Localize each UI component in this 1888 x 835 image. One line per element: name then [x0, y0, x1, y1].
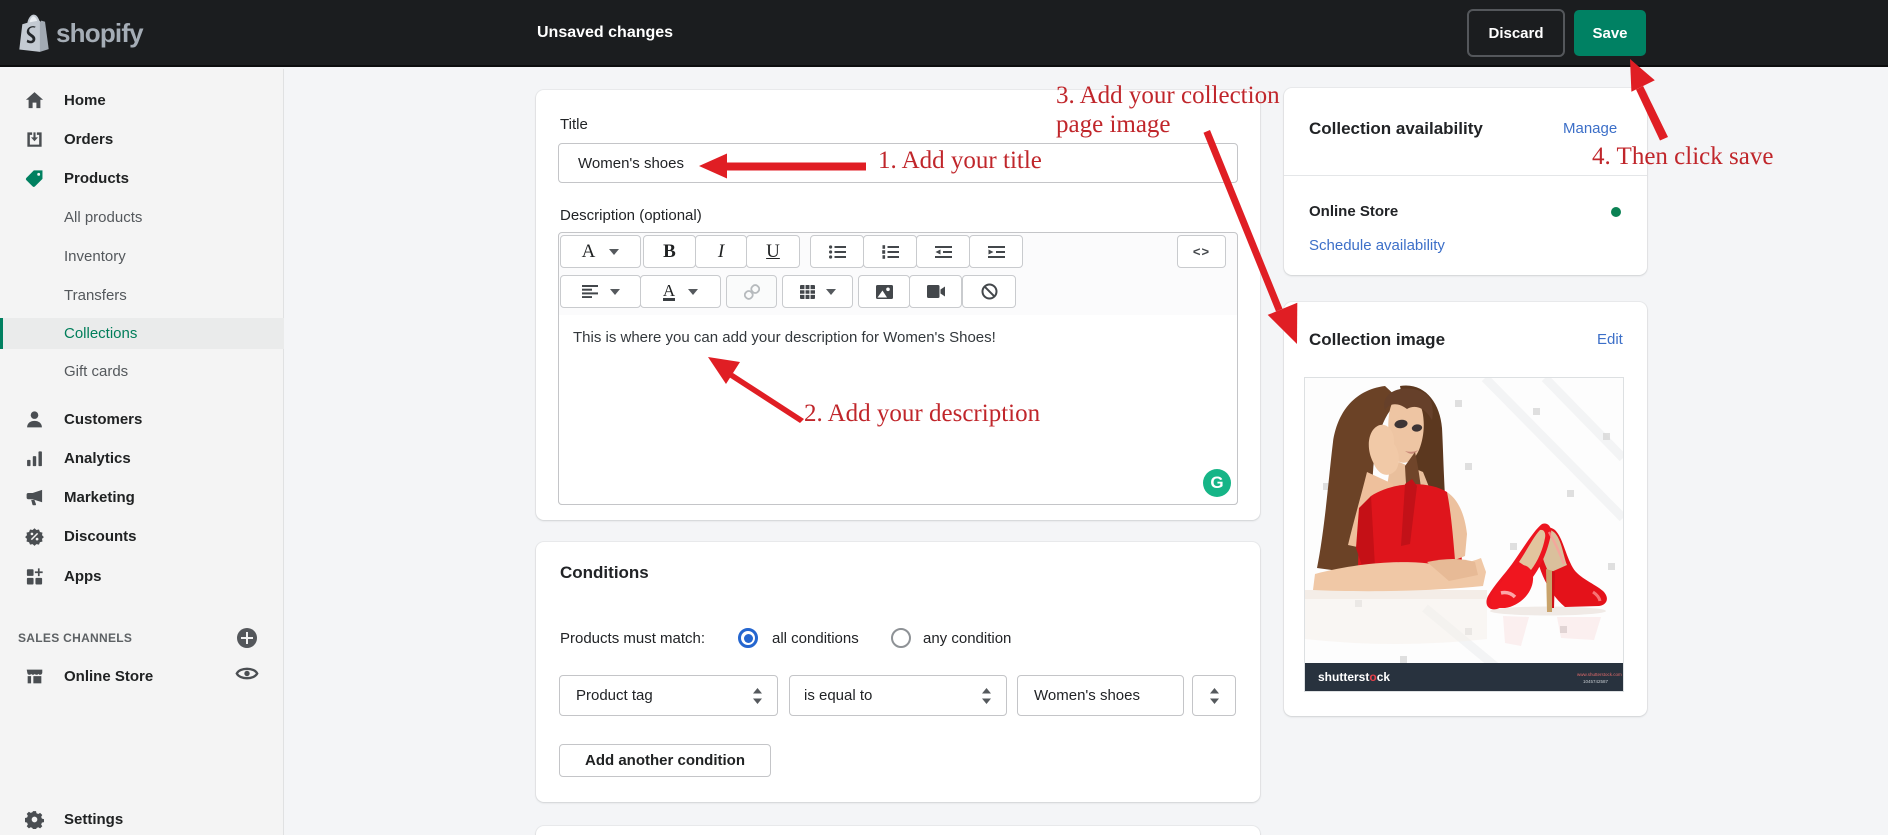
- svg-text:1045742587: 1045742587: [1583, 679, 1609, 684]
- svg-text:www.shutterstock.com: www.shutterstock.com: [1577, 672, 1622, 677]
- svg-text:shutterstock: shutterstock: [1318, 670, 1390, 684]
